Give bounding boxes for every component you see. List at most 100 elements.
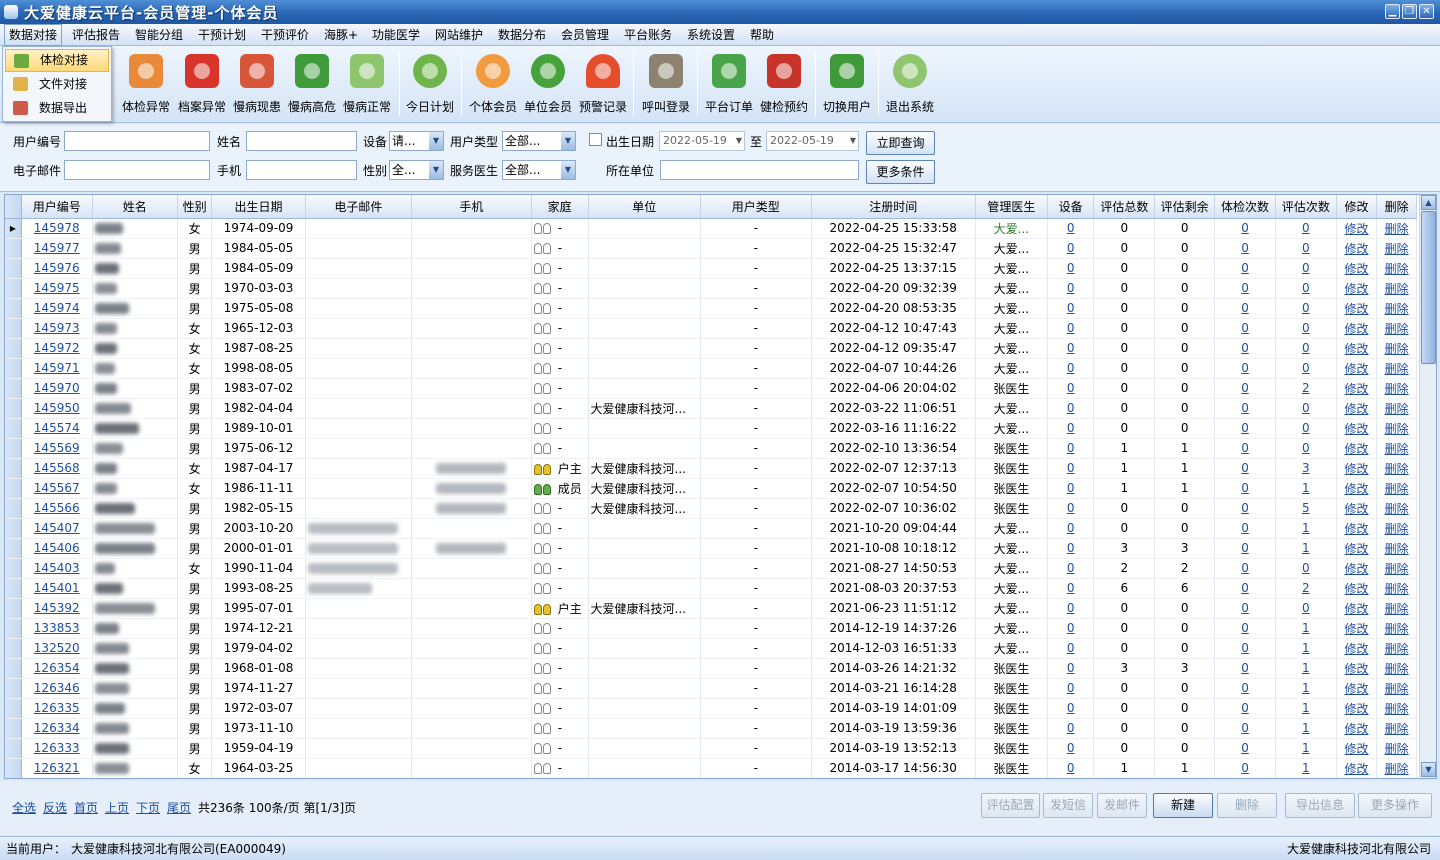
table-row[interactable]: 145977 男 1984-05-05- -2022-04-25 15:32:47 大爱…	[5, 238, 1417, 259]
more-conditions-button[interactable]: 更多条件	[866, 160, 935, 184]
edit-link[interactable]: 修改	[1345, 362, 1369, 376]
delete-cell[interactable]: 删除	[1376, 338, 1417, 359]
device-count-link[interactable]: 0	[1067, 501, 1075, 515]
toolbar-exit-button[interactable]: 退出系统	[880, 52, 940, 118]
edit-cell[interactable]: 修改	[1336, 398, 1378, 419]
assessment-count-cell[interactable]: 1	[1275, 478, 1337, 499]
column-header[interactable]: 设备	[1047, 195, 1095, 219]
exam-count-link[interactable]: 0	[1241, 381, 1249, 395]
table-row[interactable]: 126354 男 1968-01-08- -2014-03-26 14:21:32 张医…	[5, 658, 1417, 679]
user-id-cell[interactable]: 145392	[21, 598, 93, 619]
table-row[interactable]: 145401 男 1993-08-25- -2021-08-03 20:37:53 大爱…	[5, 578, 1417, 599]
edit-cell[interactable]: 修改	[1336, 478, 1378, 499]
exam-count-link[interactable]: 0	[1241, 741, 1249, 755]
dropdown-item-data-export[interactable]: 数据导出	[5, 97, 109, 120]
family-cell[interactable]: -	[531, 678, 589, 699]
user-id-cell[interactable]: 126321	[21, 758, 93, 778]
delete-link[interactable]: 删除	[1385, 622, 1409, 636]
device-count-link[interactable]: 0	[1067, 481, 1075, 495]
assessment-count-cell[interactable]: 3	[1275, 458, 1337, 479]
assessment-count-cell[interactable]: 1	[1275, 758, 1337, 778]
family-cell[interactable]: -	[531, 658, 589, 679]
device-count-link[interactable]: 0	[1067, 701, 1075, 715]
delete-cell[interactable]: 删除	[1376, 738, 1417, 759]
assessment-count-cell[interactable]: 0	[1275, 438, 1337, 459]
column-header[interactable]: 单位	[588, 195, 702, 219]
edit-cell[interactable]: 修改	[1336, 498, 1378, 519]
edit-link[interactable]: 修改	[1345, 222, 1369, 236]
user-id-link[interactable]: 145569	[34, 441, 80, 455]
select-all-link[interactable]: 全选	[12, 799, 36, 816]
user-id-cell[interactable]: 145567	[21, 478, 93, 499]
user-id-link[interactable]: 133853	[34, 621, 80, 635]
exam-count-link[interactable]: 0	[1241, 221, 1249, 235]
column-header[interactable]: 出生日期	[211, 195, 306, 219]
edit-link[interactable]: 修改	[1345, 342, 1369, 356]
device-cell[interactable]: 0	[1047, 438, 1095, 459]
first-page-link[interactable]: 首页	[74, 799, 98, 816]
device-cell[interactable]: 0	[1047, 618, 1095, 639]
delete-link[interactable]: 删除	[1385, 742, 1409, 756]
query-button[interactable]: 立即查询	[866, 131, 935, 155]
exam-count-cell[interactable]: 0	[1214, 438, 1276, 459]
user-id-cell[interactable]: 145977	[21, 238, 93, 259]
family-cell[interactable]: -	[531, 238, 589, 259]
assessment-count-cell[interactable]: 0	[1275, 238, 1337, 259]
device-cell[interactable]: 0	[1047, 458, 1095, 479]
edit-cell[interactable]: 修改	[1336, 538, 1378, 559]
user-id-link[interactable]: 145401	[34, 581, 80, 595]
row-selector[interactable]	[5, 698, 22, 719]
assessment-count-link[interactable]: 1	[1302, 481, 1310, 495]
assessment-count-link[interactable]: 0	[1302, 361, 1310, 375]
scroll-up-icon[interactable]: ▲	[1421, 195, 1436, 210]
family-cell[interactable]: -	[531, 258, 589, 279]
device-count-link[interactable]: 0	[1067, 301, 1075, 315]
family-cell[interactable]: -	[531, 418, 589, 439]
row-selector[interactable]	[5, 238, 22, 259]
assessment-count-link[interactable]: 0	[1302, 401, 1310, 415]
row-selector[interactable]	[5, 538, 22, 559]
device-count-link[interactable]: 0	[1067, 721, 1075, 735]
scroll-thumb[interactable]	[1421, 211, 1436, 364]
user-id-link[interactable]: 145973	[34, 321, 80, 335]
delete-link[interactable]: 删除	[1385, 542, 1409, 556]
edit-link[interactable]: 修改	[1345, 682, 1369, 696]
delete-link[interactable]: 删除	[1385, 762, 1409, 776]
exam-count-link[interactable]: 0	[1241, 301, 1249, 315]
edit-cell[interactable]: 修改	[1336, 698, 1378, 719]
device-select[interactable]: 请... ▼	[389, 131, 444, 151]
device-count-link[interactable]: 0	[1067, 681, 1075, 695]
assessment-count-link[interactable]: 1	[1302, 741, 1310, 755]
exam-count-link[interactable]: 0	[1241, 641, 1249, 655]
delete-cell[interactable]: 删除	[1376, 718, 1417, 739]
column-header[interactable]: 用户编号	[21, 195, 93, 219]
delete-cell[interactable]: 删除	[1376, 698, 1417, 719]
delete-link[interactable]: 删除	[1385, 562, 1409, 576]
device-count-link[interactable]: 0	[1067, 741, 1075, 755]
edit-cell[interactable]: 修改	[1336, 578, 1378, 599]
last-page-link[interactable]: 尾页	[167, 799, 191, 816]
edit-link[interactable]: 修改	[1345, 322, 1369, 336]
exam-count-link[interactable]: 0	[1241, 361, 1249, 375]
table-row[interactable]: 145972 女 1987-08-25- -2022-04-12 09:35:47 大爱…	[5, 338, 1417, 359]
edit-link[interactable]: 修改	[1345, 422, 1369, 436]
row-selector[interactable]	[5, 618, 22, 639]
scroll-down-icon[interactable]: ▼	[1421, 762, 1436, 777]
assessment-count-link[interactable]: 1	[1302, 621, 1310, 635]
exam-count-cell[interactable]: 0	[1214, 418, 1276, 439]
delete-cell[interactable]: 删除	[1376, 458, 1417, 479]
table-row[interactable]: 145403 女 1990-11-04- -2021-08-27 14:50:53 大爱…	[5, 558, 1417, 579]
toolbar-chronic-normal-button[interactable]: 慢病正常	[337, 52, 397, 118]
assessment-count-cell[interactable]: 0	[1275, 318, 1337, 339]
assessment-count-link[interactable]: 2	[1302, 381, 1310, 395]
user-id-input[interactable]	[64, 131, 210, 151]
device-cell[interactable]: 0	[1047, 378, 1095, 399]
edit-cell[interactable]: 修改	[1336, 718, 1378, 739]
menu-system-settings[interactable]: 系统设置	[683, 24, 739, 46]
toolbar-switch-user-button[interactable]: 切换用户	[817, 52, 877, 118]
device-cell[interactable]: 0	[1047, 558, 1095, 579]
toolbar-checkup-booking-button[interactable]: 健检预约	[754, 52, 814, 118]
user-id-cell[interactable]: 126354	[21, 658, 93, 679]
user-id-cell[interactable]: 145950	[21, 398, 93, 419]
exam-count-link[interactable]: 0	[1241, 681, 1249, 695]
